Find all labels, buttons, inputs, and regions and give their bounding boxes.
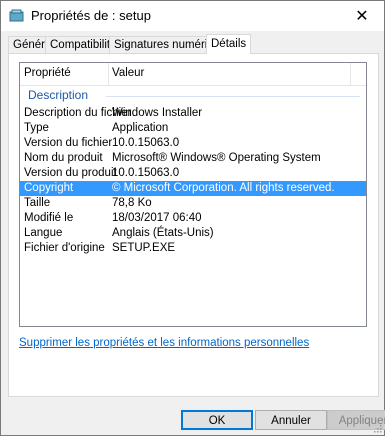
list-item[interactable]: Type Application xyxy=(20,121,366,136)
cancel-button[interactable]: Annuler xyxy=(255,410,327,430)
close-button[interactable]: ✕ xyxy=(340,1,384,31)
column-divider[interactable] xyxy=(108,63,109,85)
list-item[interactable]: Nom du produit Microsoft® Windows® Opera… xyxy=(20,151,366,166)
list-item[interactable]: Version du fichier 10.0.15063.0 xyxy=(20,136,366,151)
property-value: 78,8 Ko xyxy=(112,197,152,209)
properties-dialog: Propriétés de : setup ✕ Général Compatib… xyxy=(0,0,385,436)
list-item[interactable]: Version du produit 10.0.15063.0 xyxy=(20,166,366,181)
properties-list[interactable]: Propriété Valeur Description Description… xyxy=(19,62,367,327)
property-name: Nom du produit xyxy=(24,152,103,164)
property-value: 10.0.15063.0 xyxy=(112,137,180,149)
details-panel: Propriété Valeur Description Description… xyxy=(8,53,379,397)
window-title: Propriétés de : setup xyxy=(31,8,151,23)
property-value: 10.0.15063.0 xyxy=(112,167,180,179)
property-name: Langue xyxy=(24,227,63,239)
property-name: Version du fichier xyxy=(24,137,113,149)
remove-properties-link[interactable]: Supprimer les propriétés et les informat… xyxy=(19,337,309,349)
installer-app-icon xyxy=(9,9,24,22)
property-name: Copyright xyxy=(24,182,74,194)
close-icon: ✕ xyxy=(355,8,369,25)
property-value: Microsoft® Windows® Operating System xyxy=(112,152,321,164)
property-value: 18/03/2017 06:40 xyxy=(112,212,202,224)
property-value: © Microsoft Corporation. All rights rese… xyxy=(112,182,335,194)
list-header: Propriété Valeur xyxy=(20,63,366,86)
property-name: Version du produit xyxy=(24,167,117,179)
property-name: Taille xyxy=(24,197,51,209)
property-value: Windows Installer xyxy=(112,107,203,119)
property-name: Type xyxy=(24,122,49,134)
column-divider[interactable] xyxy=(350,63,351,85)
list-item[interactable]: Modifié le 18/03/2017 06:40 xyxy=(20,211,366,226)
group-divider-line xyxy=(106,96,360,97)
tab-details[interactable]: Détails xyxy=(206,34,252,54)
property-name: Modifié le xyxy=(24,212,74,224)
property-value: Application xyxy=(112,122,169,134)
column-header-value[interactable]: Valeur xyxy=(112,67,144,79)
column-header-property[interactable]: Propriété xyxy=(24,67,71,79)
list-item[interactable]: Description du fichier Windows Installer xyxy=(20,106,366,121)
list-item[interactable]: Langue Anglais (États-Unis) xyxy=(20,226,366,241)
group-header-description: Description xyxy=(28,88,89,102)
property-value: Anglais (États-Unis) xyxy=(112,227,214,239)
property-value: SETUP.EXE xyxy=(112,242,176,254)
list-item[interactable]: Taille 78,8 Ko xyxy=(20,196,366,211)
property-name: Fichier d'origine xyxy=(24,242,105,254)
list-item-selected[interactable]: Copyright © Microsoft Corporation. All r… xyxy=(20,181,366,196)
resize-grip-icon[interactable] xyxy=(372,423,382,433)
ok-button[interactable]: OK xyxy=(181,410,253,430)
list-item[interactable]: Fichier d'origine SETUP.EXE xyxy=(20,241,366,256)
title-bar[interactable]: Propriétés de : setup ✕ xyxy=(1,1,384,31)
